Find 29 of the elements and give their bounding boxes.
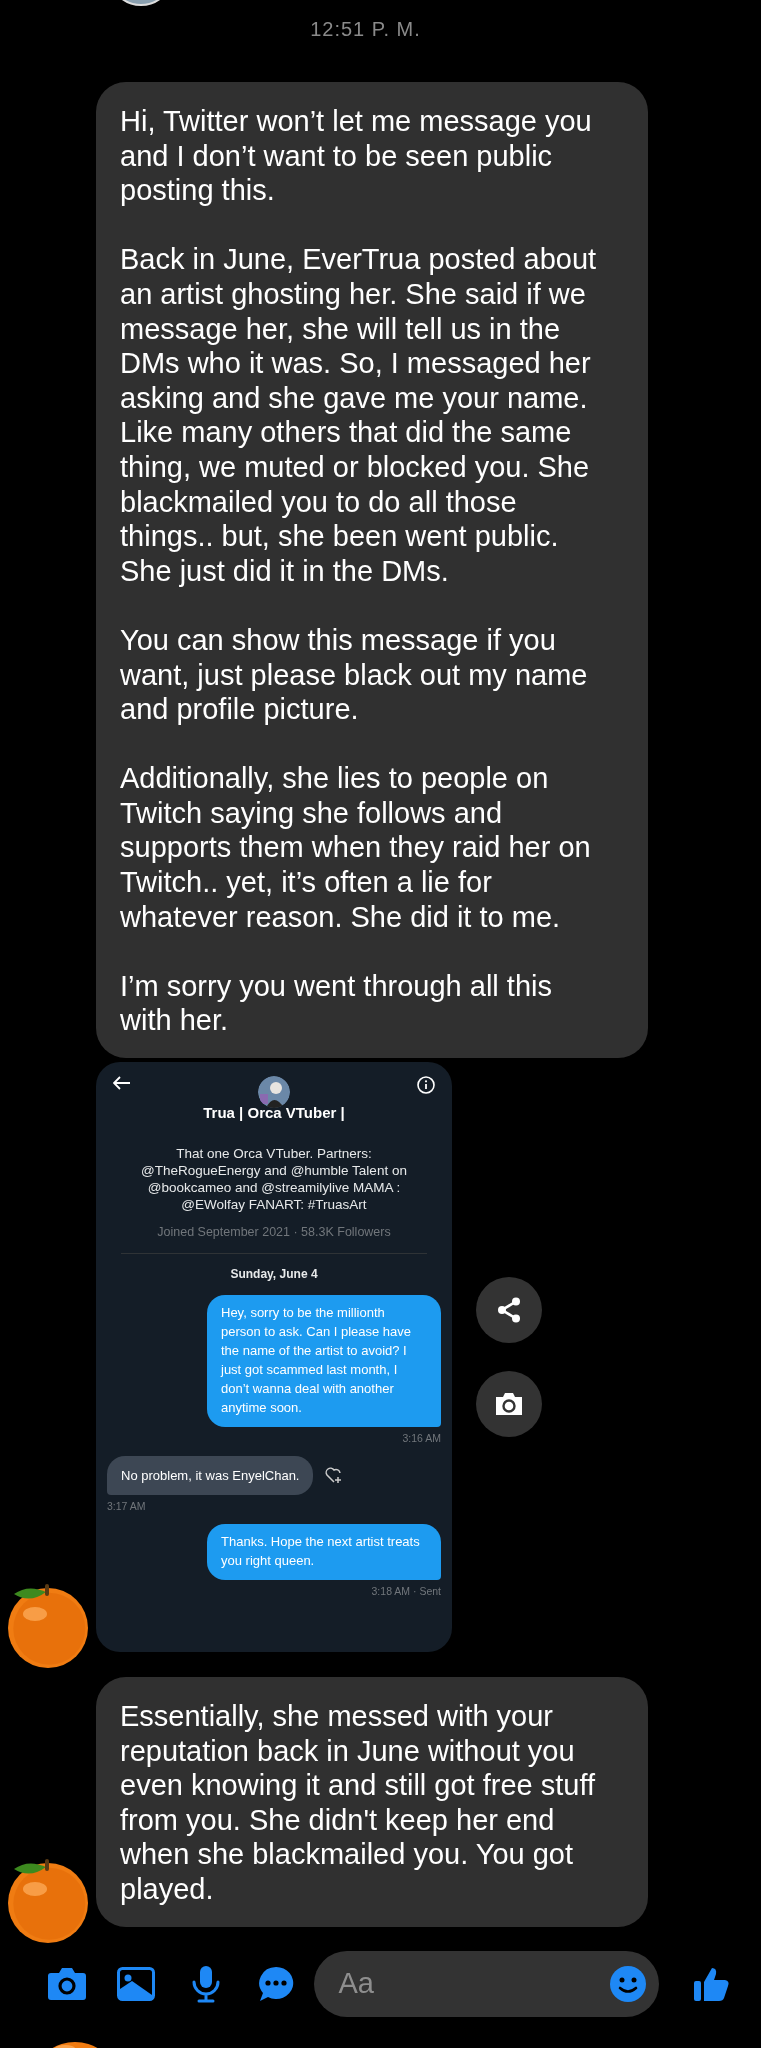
camera-icon [46, 1966, 87, 2001]
message-text: You can show this message if you want, just please black out my name and profile picture. [120, 622, 589, 727]
message-text: I’m sorry you went through all this with her. [120, 968, 553, 1039]
image-icon [117, 1966, 156, 2001]
dm-bubble: Thanks. Hope the next artist treats you right queen. [207, 1524, 441, 1581]
dm-bubble: No problem, it was EnyelChan. [107, 1456, 314, 1496]
dm-time: 3:18 AM · Sent [371, 1585, 441, 1598]
back-arrow-icon [113, 1076, 131, 1091]
dm-time: 3:17 AM [107, 1500, 146, 1513]
dm-time: 3:16 AM [402, 1432, 441, 1445]
message-text: Essentially, she messed with your reputation back in June without you even knowing it and still got free stuff from you. She didn't keep her end when she blackmailed you. You got played. [120, 1699, 597, 1907]
chat-dots-icon [256, 1964, 295, 2003]
microphone-icon [191, 1964, 221, 2003]
emoji-icon [609, 1964, 648, 2003]
heart-plus-icon [325, 1467, 344, 1485]
message-field[interactable]: Aa [336, 1966, 610, 2002]
dm-bubble: Hey, sorry to be the millionth person to ask. Can I please have the name of the artist to avoid? I just got scammed last month, I don’t wanna deal with another anytime soon. [207, 1295, 441, 1428]
share-icon [497, 1297, 521, 1324]
message-text: Back in June, EverTrua posted about an artist ghosting her. She said if we message her, she will tell us in the DMs who it was. So, I messaged her asking and she gave me your name. Like many others that did the same thing, we muted or blocked you. She blackmailed you to do all those things.. but, she been went public. She just did it in the DMs. [120, 242, 598, 589]
message-text: Hi, Twitter won’t let me message you and I don’t want to be seen public posting this. [120, 104, 593, 208]
profile-name: Trua | Orca VTuber | [203, 1104, 345, 1122]
info-icon [417, 1076, 435, 1095]
profile-stats: Joined September 2021 · 58.3K Followers [157, 1225, 391, 1240]
profile-bio: That one Orca VTuber. Partners: @TheRogueEnergy and @humble Talent on @bookcameo and @streamilylive MAMA : @EWolfay FANART: #TruasArt [140, 1145, 408, 1214]
camera-icon [494, 1392, 524, 1417]
message-field[interactable]: Aa [314, 1950, 660, 2017]
message-text: Additionally, she lies to people on Twitch saying she follows and supports them when they raid her on Twitch.. yet, it’s often a lie for whatever reason. She did it to me. [120, 761, 592, 935]
timestamp: 12:51 P. M. [310, 18, 421, 42]
date-label: Sunday, June 4 [230, 1267, 318, 1282]
